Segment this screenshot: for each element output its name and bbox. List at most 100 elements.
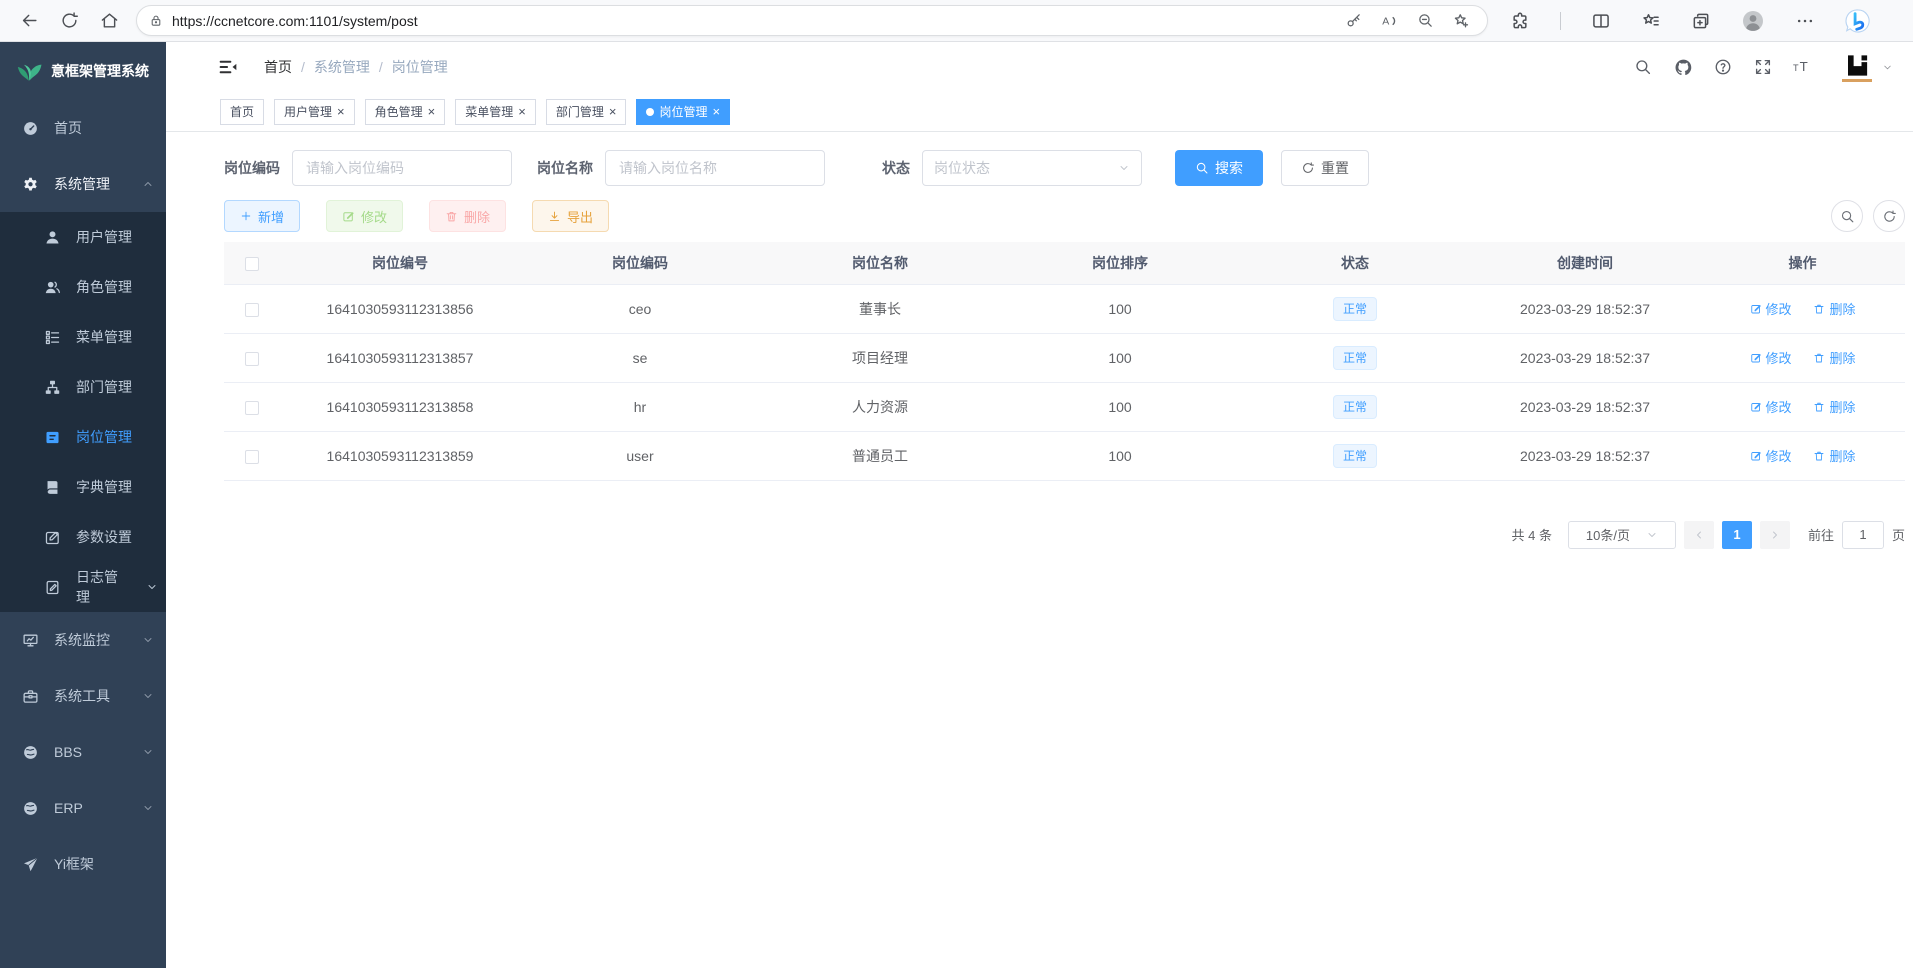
sidebar-item-role-mgmt[interactable]: 角色管理	[0, 262, 166, 312]
tab-home[interactable]: 首页	[220, 99, 264, 125]
extensions-button[interactable]	[1510, 11, 1530, 31]
close-icon[interactable]: ×	[428, 105, 436, 118]
sidebar-label: 参数设置	[76, 527, 132, 547]
add-button[interactable]: 新增	[224, 200, 300, 232]
breadcrumb-home[interactable]: 首页	[264, 57, 292, 77]
edit-square-icon	[44, 529, 61, 546]
tab-post-mgmt[interactable]: 岗位管理 ×	[636, 99, 730, 125]
profile-button[interactable]	[1741, 9, 1765, 33]
sidebar-item-dept-mgmt[interactable]: 部门管理	[0, 362, 166, 412]
sidebar-item-post-mgmt[interactable]: 岗位管理	[0, 412, 166, 462]
close-icon[interactable]: ×	[337, 105, 345, 118]
user-avatar[interactable]	[1842, 52, 1872, 82]
sidebar-item-erp[interactable]: ERP	[0, 780, 166, 836]
tab-menu-mgmt[interactable]: 菜单管理 ×	[455, 99, 536, 125]
tab-label: 菜单管理	[465, 103, 513, 120]
edit-icon	[1750, 352, 1762, 364]
export-button[interactable]: 导出	[532, 200, 609, 232]
avatar-caret-button[interactable]	[1882, 62, 1893, 73]
reload-button[interactable]	[52, 4, 86, 38]
address-bar[interactable]: https://ccnetcore.com:1101/system/post A	[136, 5, 1488, 36]
font-size-button[interactable]: TT	[1790, 54, 1816, 80]
row-edit-link[interactable]: 修改	[1750, 299, 1792, 318]
sidebar-item-user-mgmt[interactable]: 用户管理	[0, 212, 166, 262]
tab-dept-mgmt[interactable]: 部门管理 ×	[546, 99, 627, 125]
password-button[interactable]	[1339, 7, 1367, 35]
page-number-button[interactable]: 1	[1722, 521, 1752, 549]
sidebar-item-system[interactable]: 系统管理	[0, 156, 166, 212]
row-edit-link[interactable]: 修改	[1750, 348, 1792, 367]
breadcrumb-system[interactable]: 系统管理	[314, 57, 370, 77]
show-search-button[interactable]	[1831, 200, 1863, 232]
reset-button[interactable]: 重置	[1281, 150, 1369, 186]
sidebar-item-param-settings[interactable]: 参数设置	[0, 512, 166, 562]
row-checkbox[interactable]	[245, 450, 259, 464]
sidebar-item-tools[interactable]: 系统工具	[0, 668, 166, 724]
next-page-button[interactable]	[1760, 521, 1790, 549]
github-button[interactable]	[1670, 54, 1696, 80]
row-delete-link[interactable]: 删除	[1813, 299, 1855, 318]
row-delete-link[interactable]: 删除	[1813, 397, 1855, 416]
sidebar-toggle-button[interactable]	[218, 57, 238, 77]
post-name-input[interactable]	[605, 150, 825, 186]
refresh-table-button[interactable]	[1873, 200, 1905, 232]
app-logo[interactable]: 意框架管理系统	[0, 42, 166, 100]
url-text[interactable]: https://ccnetcore.com:1101/system/post	[172, 13, 1331, 29]
search-button[interactable]: 搜索	[1175, 150, 1263, 186]
cell-post-name: 普通员工	[760, 431, 1000, 480]
tab-role-mgmt[interactable]: 角色管理 ×	[365, 99, 446, 125]
sidebar-item-bbs[interactable]: BBS	[0, 724, 166, 780]
header-search-button[interactable]	[1630, 54, 1656, 80]
breadcrumb-current: 岗位管理	[392, 57, 448, 77]
goto-page-input[interactable]	[1842, 521, 1884, 549]
split-screen-button[interactable]	[1591, 11, 1611, 31]
fullscreen-button[interactable]	[1750, 54, 1776, 80]
prev-page-button[interactable]	[1684, 521, 1714, 549]
sidebar-label: 字典管理	[76, 477, 132, 497]
table-row[interactable]: 1641030593112313859 user 普通员工 100 正常 202…	[224, 431, 1905, 480]
zoom-out-button[interactable]	[1411, 7, 1439, 35]
favorites-icon	[1641, 11, 1661, 31]
row-checkbox[interactable]	[245, 352, 259, 366]
favorites-button[interactable]	[1641, 11, 1661, 31]
cell-post-id: 1641030593112313857	[280, 333, 520, 382]
sidebar-item-log-mgmt[interactable]: 日志管理	[0, 562, 166, 612]
row-edit-link[interactable]: 修改	[1750, 446, 1792, 465]
close-icon[interactable]: ×	[609, 105, 617, 118]
col-post-sort: 岗位排序	[1000, 242, 1240, 284]
sidebar-item-menu-mgmt[interactable]: 菜单管理	[0, 312, 166, 362]
post-code-label: 岗位编码	[224, 158, 280, 178]
status-select[interactable]: 岗位状态	[922, 150, 1142, 186]
table-row[interactable]: 1641030593112313857 se 项目经理 100 正常 2023-…	[224, 333, 1905, 382]
add-favorite-button[interactable]	[1447, 7, 1475, 35]
sidebar-item-monitor[interactable]: 系统监控	[0, 612, 166, 668]
cell-post-name: 项目经理	[760, 333, 1000, 382]
read-aloud-button[interactable]: A	[1375, 7, 1403, 35]
table-row[interactable]: 1641030593112313858 hr 人力资源 100 正常 2023-…	[224, 382, 1905, 431]
back-button[interactable]	[12, 4, 46, 38]
row-checkbox[interactable]	[245, 401, 259, 415]
row-checkbox[interactable]	[245, 303, 259, 317]
tab-user-mgmt[interactable]: 用户管理 ×	[274, 99, 355, 125]
row-delete-link[interactable]: 删除	[1813, 348, 1855, 367]
row-delete-link[interactable]: 删除	[1813, 446, 1855, 465]
post-code-input[interactable]	[292, 150, 512, 186]
table-row[interactable]: 1641030593112313856 ceo 董事长 100 正常 2023-…	[224, 284, 1905, 333]
close-icon[interactable]: ×	[712, 105, 720, 118]
copilot-button[interactable]	[1845, 8, 1871, 34]
sidebar-label: 日志管理	[76, 567, 131, 607]
sidebar-item-home[interactable]: 首页	[0, 100, 166, 156]
modify-button[interactable]: 修改	[326, 200, 403, 232]
collections-button[interactable]	[1691, 11, 1711, 31]
sidebar-item-yi-framework[interactable]: Yi框架	[0, 836, 166, 892]
page-size-select[interactable]: 10条/页	[1568, 521, 1676, 549]
settings-more-button[interactable]	[1795, 11, 1815, 31]
select-all-checkbox[interactable]	[245, 257, 259, 271]
edit-icon	[1750, 401, 1762, 413]
home-button[interactable]	[92, 4, 126, 38]
sidebar-item-dict-mgmt[interactable]: 字典管理	[0, 462, 166, 512]
help-button[interactable]	[1710, 54, 1736, 80]
close-icon[interactable]: ×	[518, 105, 526, 118]
row-edit-link[interactable]: 修改	[1750, 397, 1792, 416]
delete-button[interactable]: 删除	[429, 200, 506, 232]
